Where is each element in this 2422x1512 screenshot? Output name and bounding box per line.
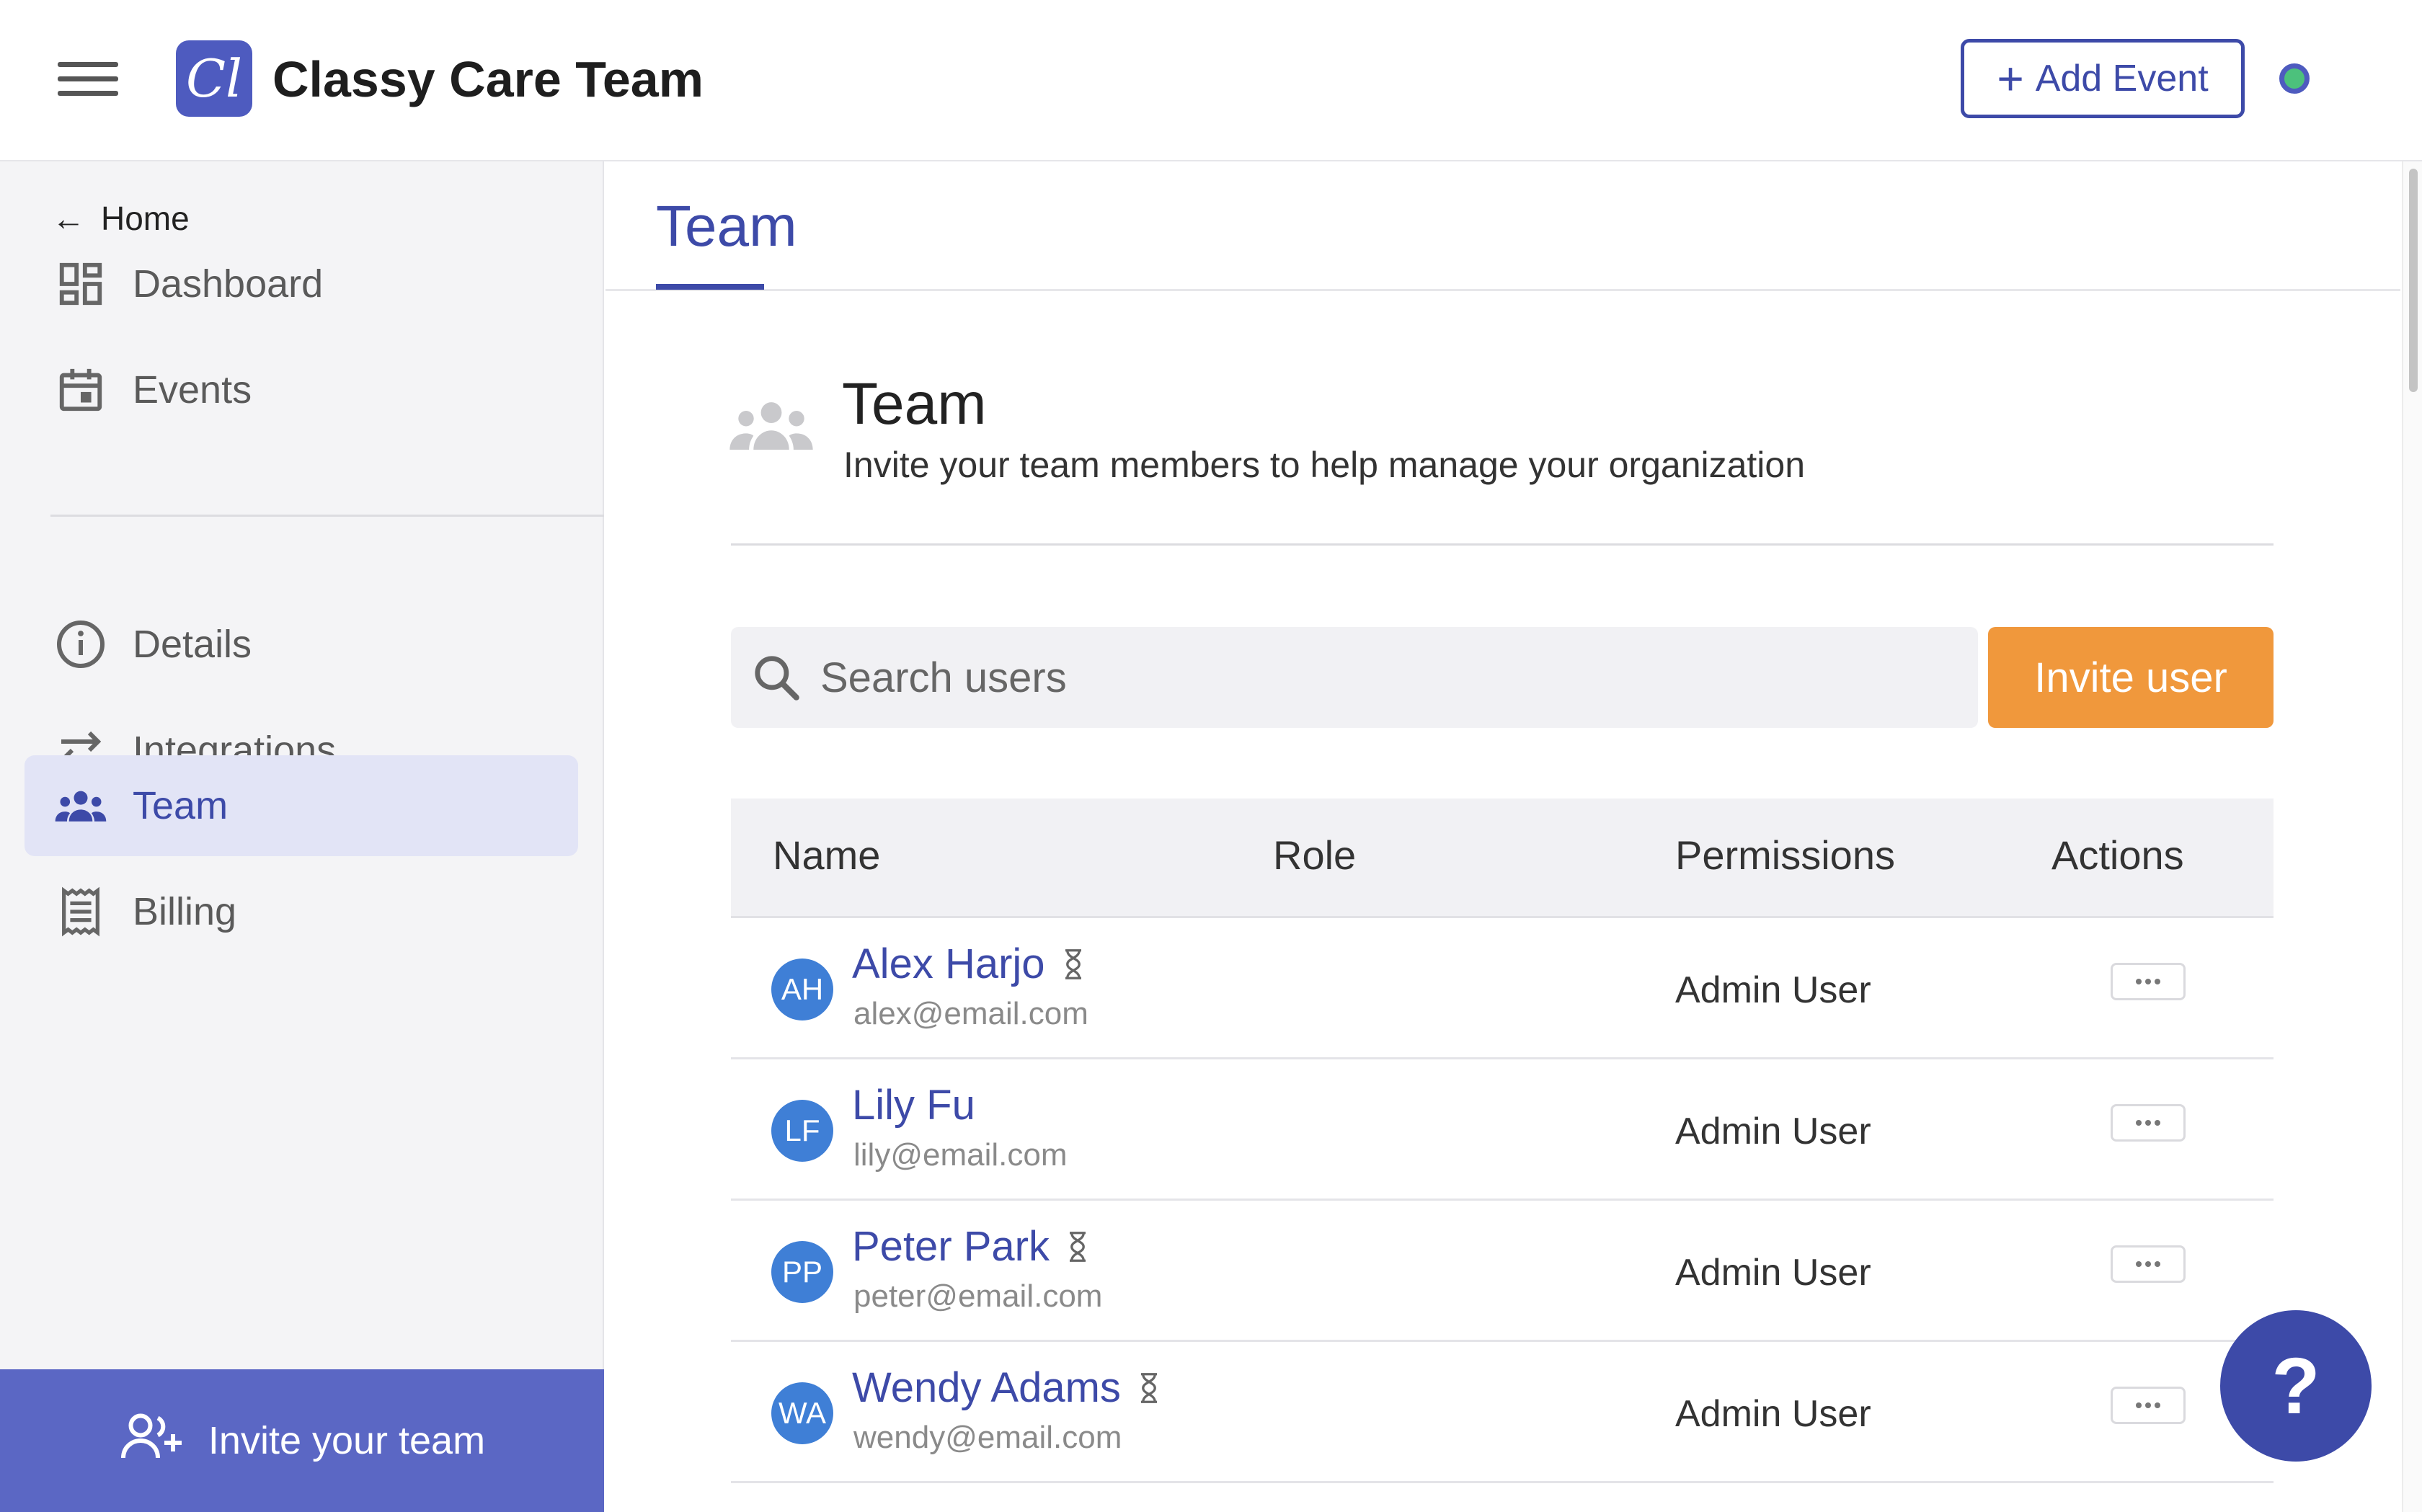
main-content: Team Team Invite your team members to he…	[606, 161, 2400, 1512]
home-link[interactable]: ← Home	[52, 199, 190, 238]
avatar: AH	[771, 959, 833, 1020]
column-header-role[interactable]: Role	[1273, 832, 1356, 879]
sidebar-item-label: Billing	[133, 890, 237, 933]
home-label: Home	[101, 200, 190, 237]
hamburger-menu-icon[interactable]	[58, 59, 118, 99]
section-divider	[731, 543, 2274, 546]
tab-bar: Team	[606, 161, 2400, 291]
page-scrollbar[interactable]	[2402, 161, 2422, 1512]
user-permissions: Admin User	[1675, 969, 1871, 1011]
sidebar-item-label: Events	[133, 368, 252, 412]
user-name-link[interactable]: Wendy Adams	[852, 1364, 1160, 1412]
sidebar-item-dashboard[interactable]: Dashboard	[25, 234, 578, 334]
table-row: AH Alex Harjo alex@email.com Admin User	[731, 918, 2274, 1059]
help-button[interactable]: ?	[2220, 1310, 2372, 1462]
add-user-icon	[119, 1413, 184, 1469]
user-name: Wendy Adams	[852, 1364, 1121, 1411]
sidebar-item-label: Dashboard	[133, 262, 324, 306]
user-email: lily@email.com	[853, 1137, 1068, 1173]
row-actions-button[interactable]	[2111, 963, 2186, 1000]
user-name-link[interactable]: Lily Fu	[852, 1081, 975, 1129]
sidebar-item-label: Team	[133, 784, 229, 827]
user-name: Alex Harjo	[852, 940, 1045, 987]
invite-user-button[interactable]: Invite user	[1988, 627, 2274, 728]
sidebar-item-billing[interactable]: Billing	[25, 861, 578, 962]
status-indicator[interactable]	[2279, 63, 2310, 94]
user-permissions: Admin User	[1675, 1252, 1871, 1294]
row-actions-button[interactable]	[2111, 1104, 2186, 1142]
user-permissions: Admin User	[1675, 1111, 1871, 1152]
avatar: PP	[771, 1241, 833, 1303]
tab-team[interactable]: Team	[656, 193, 797, 259]
user-email: wendy@email.com	[853, 1420, 1122, 1455]
column-header-name[interactable]: Name	[773, 832, 880, 879]
hourglass-icon	[1065, 948, 1081, 979]
row-actions-button[interactable]	[2111, 1387, 2186, 1424]
hourglass-icon	[1140, 1372, 1157, 1403]
row-actions-button[interactable]	[2111, 1245, 2186, 1283]
team-icon	[53, 778, 108, 833]
team-table: Name Role Permissions Actions AH Alex Ha…	[731, 799, 2274, 1483]
user-email: alex@email.com	[853, 996, 1088, 1031]
receipt-icon	[53, 884, 108, 939]
org-logo[interactable]: Cl	[176, 40, 252, 117]
dashboard-icon	[53, 257, 108, 311]
sidebar-item-details[interactable]: Details	[25, 594, 578, 695]
plus-icon: +	[1997, 53, 2024, 104]
info-icon	[53, 617, 108, 672]
user-name-link[interactable]: Alex Harjo	[852, 940, 1084, 988]
table-row: LF Lily Fu lily@email.com Admin User	[731, 1059, 2274, 1201]
search-icon	[755, 656, 799, 701]
sidebar-item-team[interactable]: Team	[25, 755, 578, 856]
sidebar-item-label: Details	[133, 623, 252, 666]
user-name: Lily Fu	[852, 1082, 975, 1129]
table-row: WA Wendy Adams wendy@email.com Admin Use…	[731, 1342, 2274, 1483]
user-email: peter@email.com	[853, 1278, 1103, 1314]
search-box[interactable]	[731, 627, 1978, 728]
sidebar: ← Home Dashboard Events Details Integrat…	[0, 161, 604, 1512]
top-bar: Cl Classy Care Team + Add Event	[0, 0, 2422, 161]
add-event-label: Add Event	[2035, 58, 2209, 99]
user-name-link[interactable]: Peter Park	[852, 1222, 1088, 1271]
add-event-button[interactable]: + Add Event	[1961, 39, 2245, 118]
scrollbar-thumb[interactable]	[2409, 169, 2418, 392]
user-permissions: Admin User	[1675, 1393, 1871, 1435]
column-header-actions: Actions	[2051, 832, 2184, 878]
table-row: PP Peter Park peter@email.com Admin User	[731, 1201, 2274, 1342]
table-header: Name Role Permissions Actions	[731, 799, 2274, 918]
section-title: Team	[842, 371, 987, 437]
invite-your-team-button[interactable]: Invite your team	[0, 1369, 604, 1512]
search-users-input[interactable]	[820, 653, 1902, 702]
team-section-icon	[729, 399, 813, 457]
sidebar-item-events[interactable]: Events	[25, 339, 578, 440]
org-name: Classy Care Team	[272, 51, 704, 107]
column-header-permissions[interactable]: Permissions	[1675, 832, 1895, 879]
invite-your-team-label: Invite your team	[208, 1419, 486, 1462]
user-name: Peter Park	[852, 1223, 1050, 1270]
avatar: WA	[771, 1382, 833, 1444]
hourglass-icon	[1070, 1231, 1086, 1262]
active-tab-indicator	[656, 284, 764, 290]
avatar: LF	[771, 1100, 833, 1162]
arrow-left-icon: ←	[52, 200, 85, 237]
section-subtitle: Invite your team members to help manage …	[843, 445, 1806, 485]
calendar-icon	[53, 363, 108, 417]
sidebar-divider	[50, 515, 604, 517]
